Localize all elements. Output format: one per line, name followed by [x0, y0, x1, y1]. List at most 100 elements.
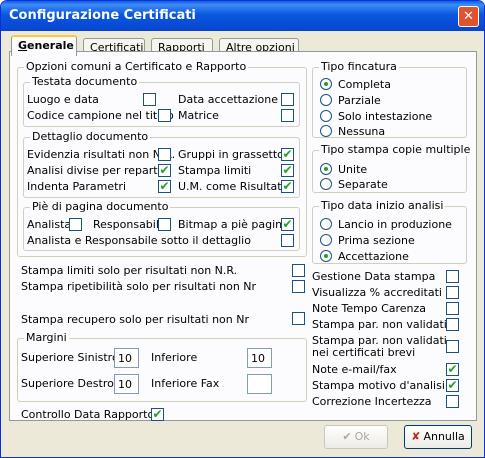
button-label: Annulla: [423, 430, 465, 443]
radio-label: Nessuna: [338, 125, 386, 138]
checkbox-label: Indenta Parametri: [27, 180, 127, 193]
checkbox-gestione-data-stampa[interactable]: [446, 270, 459, 283]
checkbox-label: Analista: [27, 218, 72, 231]
checkbox-gruppi-grassetto[interactable]: ✔: [281, 148, 294, 161]
title-bar[interactable]: Configurazione Certificati ✕: [1, 1, 484, 31]
checkbox-label: Gestione Data stampa: [312, 270, 436, 283]
tab-panel-generale: Opzioni comuni a Certificato e Rapporto …: [9, 51, 477, 421]
radio-completa[interactable]: [320, 78, 332, 90]
group-title: Tipo data inizio analisi: [319, 199, 446, 212]
radio-separate[interactable]: [320, 178, 332, 190]
close-button[interactable]: ✕: [458, 6, 479, 27]
checkbox-stampa-recupero[interactable]: [292, 312, 305, 325]
checkbox-label: Stampa motivo d'analisi: [312, 379, 445, 392]
group-title: Tipo stampa copie multiple: [319, 143, 473, 156]
checkbox-label: Visualizza % accreditati: [312, 286, 442, 299]
checkbox-label: Stampa limiti: [178, 164, 252, 177]
checkbox-label: Evidenzia risultati non N.R.: [27, 148, 176, 161]
field-label: Superiore Sinistro: [21, 351, 119, 364]
checkbox-label: Codice campione nel titolo: [27, 109, 174, 122]
radio-label: Parziale: [338, 94, 381, 107]
group-dettaglio: Dettaglio documento Evidenzia risultati …: [23, 131, 300, 198]
check-icon: ✔: [342, 430, 352, 443]
radio-label: Completa: [338, 78, 391, 91]
checkbox-label: Luogo e data: [27, 93, 99, 106]
checkbox-stampa-par-brevi[interactable]: [446, 340, 459, 353]
window-title: Configurazione Certificati: [9, 8, 196, 23]
checkbox-label: Matrice: [178, 109, 219, 122]
radio-nessuna[interactable]: [320, 125, 332, 137]
radio-label: Prima sezione: [338, 234, 415, 247]
checkbox-responsabile[interactable]: [158, 218, 171, 231]
tab-generale[interactable]: Generale: [11, 35, 77, 56]
group-testata: Testata documento Luogo e data Data acce…: [23, 76, 300, 127]
checkbox-codice-campione[interactable]: [158, 109, 171, 122]
group-tipo-fincatura: Tipo fincatura Completa Parziale Solo in…: [312, 61, 467, 138]
button-label: Ok: [354, 430, 370, 443]
checkbox-label: Stampa recupero solo per risultati non N…: [21, 313, 249, 326]
checkbox-label: Analista e Responsabile sotto il dettagl…: [27, 234, 251, 247]
inferiore-fax-input[interactable]: [247, 374, 272, 394]
radio-prima-sezione[interactable]: [320, 234, 332, 246]
checkbox-stampa-limiti[interactable]: ✔: [281, 164, 294, 177]
checkbox-label: Analisi divise per reparto: [27, 164, 165, 177]
superiore-destro-input[interactable]: 10: [114, 374, 139, 394]
checkbox-luogo-data[interactable]: [143, 93, 156, 106]
checkbox-label: Note Tempo Carenza: [312, 302, 427, 315]
checkbox-analisi-divise[interactable]: ✔: [158, 164, 171, 177]
checkbox-controllo-data[interactable]: ✔: [151, 408, 164, 421]
radio-label: Separate: [338, 178, 388, 191]
checkbox-analista[interactable]: [69, 218, 82, 231]
group-tipo-data: Tipo data inizio analisi Lancio in produ…: [312, 200, 467, 264]
annulla-button[interactable]: ✘ Annulla: [404, 425, 472, 449]
checkbox-data-accettazione[interactable]: [281, 93, 294, 106]
checkbox-matrice[interactable]: [281, 109, 294, 122]
checkbox-bitmap[interactable]: ✔: [281, 218, 294, 231]
checkbox-correzione-incertezza[interactable]: [446, 395, 459, 408]
group-piede: Piè di pagina documento Analista Respons…: [23, 201, 300, 251]
group-tipo-stampa: Tipo stampa copie multiple Unite Separat…: [312, 144, 473, 193]
radio-parziale[interactable]: [320, 94, 332, 106]
radio-label: Solo intestazione: [338, 110, 433, 123]
checkbox-label: Stampa limiti solo per risultati non N.R…: [21, 264, 238, 277]
checkbox-label: Responsabile: [93, 218, 166, 231]
group-title: Tipo fincatura: [319, 60, 399, 73]
checkbox-label: Correzione Incertezza: [312, 395, 432, 408]
group-title: Dettaglio documento: [30, 130, 151, 143]
superiore-sinistro-input[interactable]: 10: [114, 348, 139, 368]
radio-lancio-produzione[interactable]: [320, 218, 332, 230]
cross-icon: ✘: [411, 430, 421, 443]
radio-accettazione[interactable]: [320, 250, 332, 262]
field-label: Superiore Destro: [21, 377, 114, 390]
checkbox-evidenzia-risultati[interactable]: [158, 148, 171, 161]
checkbox-label: U.M. come Risultato: [178, 180, 289, 193]
ok-button[interactable]: ✔ Ok: [324, 425, 388, 449]
checkbox-stampa-ripetibilita[interactable]: [292, 280, 305, 293]
radio-label: Accettazione: [338, 250, 409, 263]
checkbox-label-line2: nei certificati brevi: [312, 346, 416, 359]
checkbox-label: Bitmap a piè pagina: [178, 218, 289, 231]
checkbox-stampa-par-non-validati[interactable]: [446, 318, 459, 331]
checkbox-indenta-parametri[interactable]: ✔: [158, 180, 171, 193]
radio-unite[interactable]: [320, 163, 332, 175]
checkbox-um-risultato[interactable]: ✔: [281, 180, 294, 193]
field-label: Inferiore: [151, 351, 198, 364]
dialog-window: Configurazione Certificati ✕ Generale Ce…: [0, 0, 485, 458]
field-label: Inferiore Fax: [151, 377, 220, 390]
checkbox-visualizza-accreditati[interactable]: [446, 286, 459, 299]
checkbox-stampa-limiti-nr[interactable]: [292, 264, 305, 277]
group-margini: Margini Superiore Sinistro 10 Inferiore …: [17, 332, 307, 402]
group-title: Opzioni comuni a Certificato e Rapporto: [24, 60, 249, 73]
group-title: Margini: [24, 331, 69, 344]
checkbox-note-tempo-carenza[interactable]: [446, 302, 459, 315]
checkbox-label: Controllo Data Rapporto: [21, 408, 155, 421]
group-title: Testata documento: [30, 75, 140, 88]
radio-label: Unite: [338, 163, 368, 176]
inferiore-input[interactable]: 10: [247, 348, 272, 368]
checkbox-analista-responsabile[interactable]: [281, 234, 294, 247]
checkbox-note-email-fax[interactable]: ✔: [446, 363, 459, 376]
radio-solo-intestazione[interactable]: [320, 110, 332, 122]
checkbox-label: Gruppi in grassetto: [178, 148, 284, 161]
checkbox-label: Stampa par. non validati: [312, 318, 447, 331]
checkbox-stampa-motivo[interactable]: ✔: [446, 379, 459, 392]
